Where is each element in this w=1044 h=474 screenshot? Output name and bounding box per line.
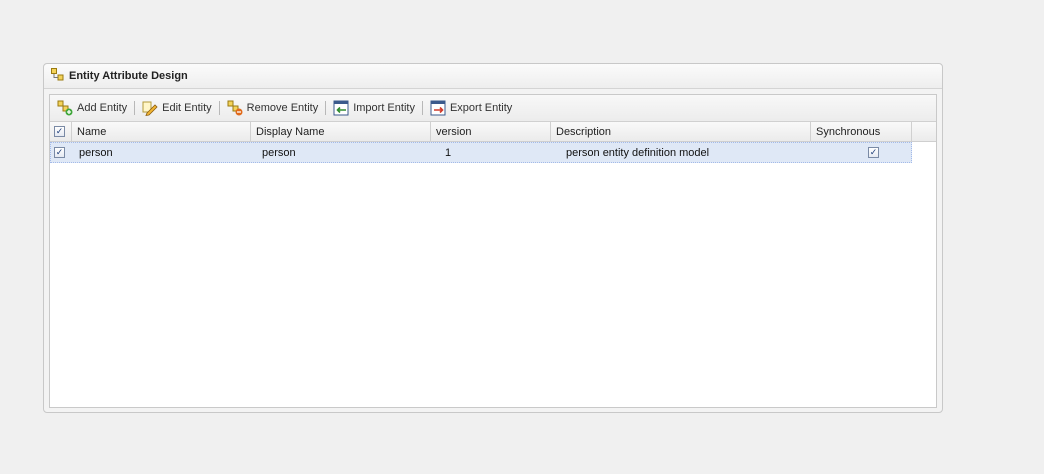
column-header-display-name[interactable]: Display Name (251, 122, 431, 141)
panel-header: Entity Attribute Design (44, 64, 942, 89)
edit-pencil-icon (142, 101, 158, 116)
panel-title: Entity Attribute Design (69, 70, 188, 82)
import-icon (333, 100, 349, 116)
add-entity-label: Add Entity (77, 102, 128, 114)
cell-name: person (79, 146, 113, 159)
column-header-version[interactable]: version (431, 122, 551, 141)
edit-entity-button[interactable]: Edit Entity (139, 98, 215, 118)
column-header-name[interactable]: Name (72, 122, 251, 141)
cell-synchronous[interactable]: ✓ (812, 143, 911, 162)
column-header-synchronous[interactable]: Synchronous (811, 122, 912, 141)
import-entity-label: Import Entity (353, 102, 415, 114)
edit-entity-label: Edit Entity (162, 102, 212, 114)
entity-tree-icon (51, 68, 64, 84)
table-row[interactable]: ✓ person person 1 person entity definiti… (50, 142, 912, 163)
row-checkbox[interactable]: ✓ (54, 147, 65, 158)
export-entity-label: Export Entity (449, 102, 513, 114)
toolbar-separator (218, 101, 220, 115)
toolbar: Add Entity Edit Entity Remove Entity Imp… (50, 95, 936, 122)
entity-attribute-design-panel: Entity Attribute Design Add Entity Edit … (43, 63, 943, 413)
add-entity-button[interactable]: Add Entity (54, 98, 130, 118)
row-checkbox-cell[interactable]: ✓ (51, 143, 73, 162)
add-entity-icon (57, 100, 73, 116)
toolbar-separator (134, 101, 136, 115)
column-header-version-label: version (436, 125, 472, 138)
cell-version: 1 (445, 146, 452, 159)
column-header-display-name-label: Display Name (256, 125, 325, 138)
toolbar-separator (421, 101, 423, 115)
import-entity-button[interactable]: Import Entity (330, 98, 418, 118)
cell-description: person entity definition model (566, 146, 710, 159)
export-icon (430, 100, 446, 116)
column-header-description-label: Description (556, 125, 612, 138)
export-entity-button[interactable]: Export Entity (427, 98, 515, 118)
cell-display-name: person (262, 146, 296, 159)
remove-entity-label: Remove Entity (246, 102, 319, 114)
column-header-filler (912, 122, 936, 141)
grid-header: ✓ Name Display Name version Description … (50, 122, 936, 142)
toolbar-separator (325, 101, 327, 115)
synchronous-checkbox[interactable]: ✓ (868, 147, 879, 158)
remove-entity-button[interactable]: Remove Entity (224, 98, 322, 118)
column-header-synchronous-label: Synchronous (816, 125, 881, 138)
column-header-name-label: Name (77, 125, 107, 138)
select-all-checkbox-cell[interactable]: ✓ (50, 122, 72, 141)
column-header-description[interactable]: Description (551, 122, 811, 141)
select-all-checkbox[interactable]: ✓ (54, 126, 65, 137)
remove-entity-icon (227, 100, 243, 116)
panel-body: Add Entity Edit Entity Remove Entity Imp… (49, 94, 937, 408)
